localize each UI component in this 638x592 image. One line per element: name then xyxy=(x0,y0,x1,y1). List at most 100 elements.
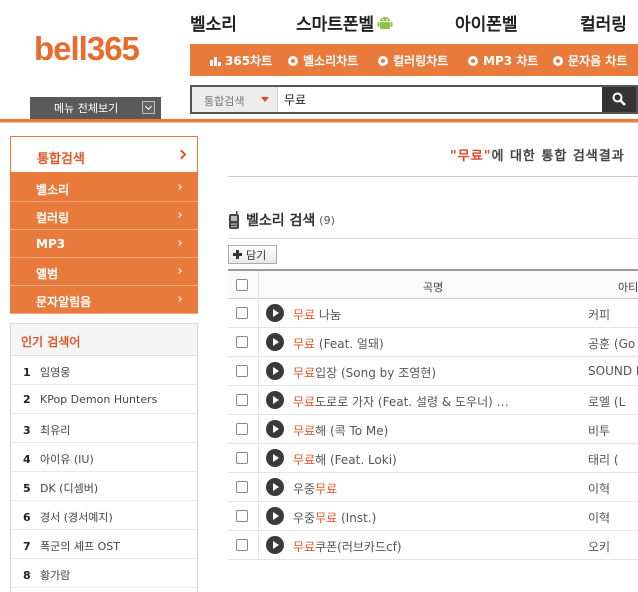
subnav-ringtone-chart-label: 벨소리차트 xyxy=(303,54,359,68)
table-row: 무료해 (Feat. Loki) 태리 ( xyxy=(228,444,638,473)
play-icon[interactable] xyxy=(266,449,284,467)
subnav-365-chart[interactable]: 365차트 xyxy=(210,52,272,69)
popular-keyword-item[interactable]: 2 KPop Demon Hunters xyxy=(11,385,197,414)
subnav-sms-chart[interactable]: 문자음 차트 xyxy=(553,52,627,69)
search-button[interactable] xyxy=(602,87,636,112)
table-row: 우중무료 이혁 xyxy=(228,473,638,502)
song-artist[interactable]: 태리 ( xyxy=(588,451,638,468)
sidebar-item-label: 통합검색 xyxy=(37,152,85,167)
play-icon[interactable] xyxy=(266,333,284,351)
row-checkbox[interactable] xyxy=(236,423,248,435)
search-scope-label: 통합검색 xyxy=(204,95,245,108)
search-icon xyxy=(612,92,626,106)
sidebar-item-label: MP3 xyxy=(36,237,66,251)
row-checkbox[interactable] xyxy=(236,336,248,348)
popular-keyword-item[interactable]: 3 최유리 xyxy=(11,414,197,443)
sidebar-item-integrated-search[interactable]: 통합검색 xyxy=(10,136,198,174)
song-artist[interactable]: 오키 xyxy=(588,538,638,555)
song-artist[interactable]: 커피 xyxy=(588,306,638,323)
chevron-right-icon xyxy=(176,149,187,160)
results-table: 곡명 아티스트 무료 나눔 커피 무료 (Feat. 얼돼) 공훈 (Go 무료… xyxy=(228,269,638,560)
play-icon[interactable] xyxy=(266,391,284,409)
play-icon[interactable] xyxy=(266,420,284,438)
title-rest: 입장 (Song by 조영현) xyxy=(315,366,437,380)
subnav-ringtone-chart[interactable]: 벨소리차트 xyxy=(288,52,358,69)
popular-keyword-item[interactable]: 6 경서 (경서예지) xyxy=(11,501,197,530)
popular-keywords-title: 인기 검색어 xyxy=(11,324,197,356)
keyword-term: KPop Demon Hunters xyxy=(40,393,158,406)
table-header: 곡명 아티스트 xyxy=(228,269,638,299)
search-input[interactable] xyxy=(284,90,584,109)
topnav-iphone-bell[interactable]: 아이폰벨 xyxy=(455,10,518,35)
song-artist[interactable]: 비투 xyxy=(588,422,638,439)
bell365-logo[interactable]: bell365 xyxy=(34,30,140,68)
song-title[interactable]: 무료 나눔 xyxy=(293,306,555,323)
popular-keyword-item[interactable]: 4 아이유 (IU) xyxy=(11,443,197,472)
popular-keyword-item[interactable]: 1 임영웅 xyxy=(11,356,197,385)
row-checkbox[interactable] xyxy=(236,510,248,522)
row-checkbox[interactable] xyxy=(236,394,248,406)
row-checkbox[interactable] xyxy=(236,452,248,464)
subnav-coloring-chart[interactable]: 컬러링차트 xyxy=(378,52,448,69)
row-checkbox[interactable] xyxy=(236,539,248,551)
column-divider xyxy=(258,271,259,299)
title-highlight: 무료 xyxy=(293,308,316,322)
play-icon[interactable] xyxy=(266,507,284,525)
keyword-term: 폭군의 셰프 OST xyxy=(40,540,120,553)
play-icon[interactable] xyxy=(266,362,284,380)
song-artist[interactable]: 이혁 xyxy=(588,480,638,497)
chevron-down-icon xyxy=(142,101,155,114)
top-nav: 벨소리 스마트폰벨 아이폰벨 컬러링 xyxy=(190,0,638,44)
column-divider xyxy=(258,299,259,328)
song-title[interactable]: 무료해 (콕 To Me) xyxy=(293,422,555,439)
song-title[interactable]: 무료도로로 가자 (Feat. 설령 & 도우너) … xyxy=(293,393,555,410)
topnav-ringtone[interactable]: 벨소리 xyxy=(190,10,237,35)
song-artist[interactable]: 로엘 (L xyxy=(588,393,638,410)
row-checkbox[interactable] xyxy=(236,365,248,377)
topnav-coloring[interactable]: 컬러링 xyxy=(580,10,627,35)
chevron-right-icon xyxy=(176,184,182,190)
song-artist[interactable]: SOUND F xyxy=(588,364,638,378)
row-checkbox[interactable] xyxy=(236,307,248,319)
add-to-cart-button[interactable]: 담기 xyxy=(228,245,277,264)
sidebar-item-ringtone[interactable]: 벨소리 xyxy=(10,174,198,202)
select-all-checkbox[interactable] xyxy=(236,279,248,291)
title-highlight: 무료 xyxy=(315,482,338,496)
song-title[interactable]: 무료 (Feat. 얼돼) xyxy=(293,335,555,352)
menu-all-label: 메뉴 전체보기 xyxy=(54,102,119,115)
keyword-term: DK (디셈버) xyxy=(40,482,99,495)
bullet-icon xyxy=(553,55,563,66)
song-title[interactable]: 무료쿠폰(러브카드cf) xyxy=(293,538,555,555)
sidebar-item-label: 컬러링 xyxy=(36,211,70,225)
sidebar-item-label: 벨소리 xyxy=(36,183,70,197)
topnav-smartphone-bell[interactable]: 스마트폰벨 xyxy=(296,10,393,35)
subnav-mp3-chart[interactable]: MP3 차트 xyxy=(468,52,538,69)
song-title[interactable]: 무료입장 (Song by 조영현) xyxy=(293,364,555,381)
sidebar-item-label: 문자알림음 xyxy=(36,295,92,309)
song-title[interactable]: 우중무료 xyxy=(293,480,555,497)
column-artist-header: 아티스트 xyxy=(618,281,638,294)
title-prefix: 우중 xyxy=(293,511,316,525)
song-title[interactable]: 우중무료 (Inst.) xyxy=(293,509,555,526)
sidebar-item-sms-tone[interactable]: 문자알림음 xyxy=(10,286,198,314)
title-rest: 도로로 가자 (Feat. 설령 & 도우너) … xyxy=(315,395,509,409)
popular-keyword-item[interactable]: 8 황가람 xyxy=(11,559,197,588)
keyword-rank: 3 xyxy=(23,424,31,437)
play-icon[interactable] xyxy=(266,304,284,322)
row-checkbox[interactable] xyxy=(236,481,248,493)
play-icon[interactable] xyxy=(266,478,284,496)
chart-bars-icon xyxy=(210,56,221,66)
popular-keyword-item[interactable]: 7 폭군의 셰프 OST xyxy=(11,530,197,559)
play-icon[interactable] xyxy=(266,536,284,554)
sidebar-item-coloring[interactable]: 컬러링 xyxy=(10,202,198,230)
search-scope-select[interactable]: 통합검색 xyxy=(192,87,278,112)
menu-all-button[interactable]: 메뉴 전체보기 xyxy=(30,97,161,119)
sidebar-item-album[interactable]: 앨범 xyxy=(10,258,198,286)
sidebar-item-mp3[interactable]: MP3 xyxy=(10,230,198,258)
table-row: 우중무료 (Inst.) 이혁 xyxy=(228,502,638,531)
popular-keyword-item[interactable]: 5 DK (디셈버) xyxy=(11,472,197,501)
song-artist[interactable]: 이혁 xyxy=(588,509,638,526)
subnav-mp3-chart-label: MP3 차트 xyxy=(483,54,539,68)
song-title[interactable]: 무료해 (Feat. Loki) xyxy=(293,451,555,468)
song-artist[interactable]: 공훈 (Go xyxy=(588,335,638,352)
